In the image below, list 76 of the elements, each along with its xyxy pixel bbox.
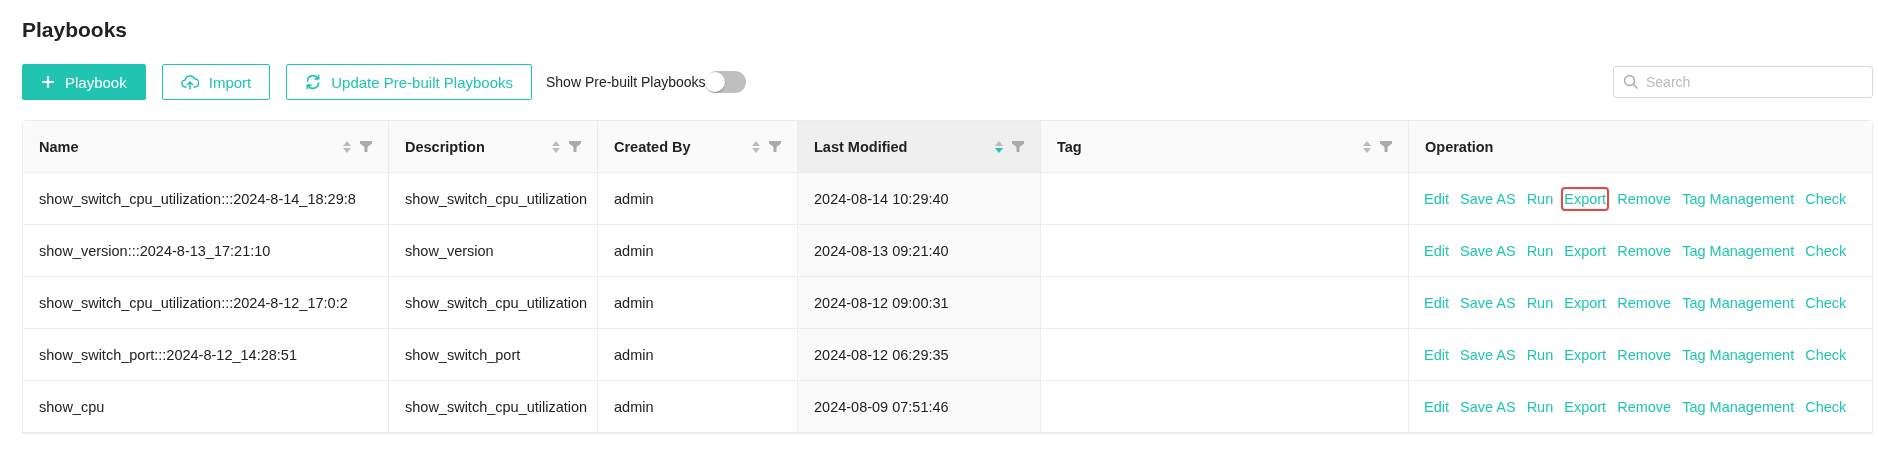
column-header: Created By (614, 138, 691, 155)
action-link[interactable]: Remove (1614, 290, 1675, 315)
filter-icon[interactable] (569, 141, 581, 152)
table-cell: show_switch_cpu_utilization:::2024-8-14_18:29:8 (39, 190, 356, 207)
action-link[interactable]: Check (1802, 342, 1850, 367)
table-cell: show_switch_port:::2024-8-12_14:28:51 (39, 346, 297, 363)
action-link[interactable]: Remove (1614, 186, 1675, 211)
action-link[interactable]: Export (1561, 238, 1610, 263)
action-link[interactable]: Run (1523, 186, 1557, 211)
table-cell: admin (614, 398, 654, 415)
table-cell: 2024-08-12 09:00:31 (814, 294, 949, 311)
action-link[interactable]: Tag Management (1679, 238, 1798, 263)
action-link[interactable]: Export (1561, 290, 1610, 315)
action-link[interactable]: Check (1802, 186, 1850, 211)
table-cell: 2024-08-12 06:29:35 (814, 346, 949, 363)
action-link[interactable]: Run (1523, 238, 1557, 263)
filter-icon[interactable] (1012, 141, 1024, 152)
action-link[interactable]: Remove (1614, 342, 1675, 367)
action-link[interactable]: Save AS (1457, 290, 1519, 315)
action-link[interactable]: Save AS (1457, 238, 1519, 263)
table-cell: show_version (405, 242, 494, 259)
action-link[interactable]: Edit (1421, 186, 1452, 211)
action-link[interactable]: Check (1802, 238, 1850, 263)
action-link[interactable]: Remove (1614, 238, 1675, 263)
table-cell: admin (614, 190, 654, 207)
table-cell: show_cpu (39, 398, 105, 415)
toggle-label: Show Pre-built Playbooks (546, 74, 706, 90)
update-button[interactable]: Update Pre-built Playbooks (286, 64, 532, 100)
table-cell: admin (614, 346, 654, 363)
table-cell: show_version:::2024-8-13_17:21:10 (39, 242, 271, 259)
plus-icon (41, 75, 55, 89)
action-link[interactable]: Check (1802, 394, 1850, 419)
action-link[interactable]: Tag Management (1679, 186, 1798, 211)
action-link[interactable]: Edit (1421, 290, 1452, 315)
add-playbook-button[interactable]: Playbook (22, 64, 146, 100)
action-link[interactable]: Save AS (1457, 394, 1519, 419)
action-link[interactable]: Export (1561, 394, 1610, 419)
page-title: Playbooks (22, 18, 128, 42)
column-header: Tag (1057, 138, 1082, 155)
import-button[interactable]: Import (161, 64, 271, 100)
table-cell: show_switch_cpu_utilization (405, 398, 588, 415)
refresh-icon (305, 74, 322, 90)
column-header: Operation (1425, 138, 1494, 155)
table-cell: show_switch_port (405, 346, 521, 363)
filter-icon[interactable] (360, 141, 372, 152)
search-field[interactable]: Search (1613, 66, 1873, 98)
action-link[interactable]: Tag Management (1679, 290, 1798, 315)
toggle-switch[interactable] (705, 71, 746, 93)
column-header: Name (39, 138, 79, 155)
table-cell: show_switch_cpu_utilization:::2024-8-12_17:0:2 (39, 294, 348, 311)
action-link[interactable]: Edit (1421, 342, 1452, 367)
cloud-upload-icon (180, 74, 199, 90)
action-link[interactable]: Remove (1614, 394, 1675, 419)
action-link[interactable]: Check (1802, 290, 1850, 315)
table-cell: 2024-08-09 07:51:46 (814, 398, 949, 415)
action-link[interactable]: Edit (1421, 394, 1452, 419)
table-cell: 2024-08-14 10:29:40 (814, 190, 949, 207)
action-link[interactable]: Tag Management (1679, 342, 1798, 367)
action-link[interactable]: Tag Management (1679, 394, 1798, 419)
table-cell: show_switch_cpu_utilization (405, 190, 588, 207)
action-link[interactable]: Run (1523, 394, 1557, 419)
table-cell: show_switch_cpu_utilization (405, 294, 588, 311)
column-header: Last Modified (814, 138, 908, 155)
table-cell: 2024-08-13 09:21:40 (814, 242, 949, 259)
table-cell: admin (614, 294, 654, 311)
action-link[interactable]: Run (1523, 290, 1557, 315)
action-link[interactable]: Export (1561, 342, 1610, 367)
action-link[interactable]: Edit (1421, 238, 1452, 263)
action-link[interactable]: Save AS (1457, 342, 1519, 367)
filter-icon[interactable] (769, 141, 781, 152)
table-cell: admin (614, 242, 654, 259)
action-link[interactable]: Run (1523, 342, 1557, 367)
column-header: Description (405, 138, 485, 155)
action-link[interactable]: Export (1561, 186, 1610, 211)
filter-icon[interactable] (1380, 141, 1392, 152)
action-link[interactable]: Save AS (1457, 186, 1519, 211)
